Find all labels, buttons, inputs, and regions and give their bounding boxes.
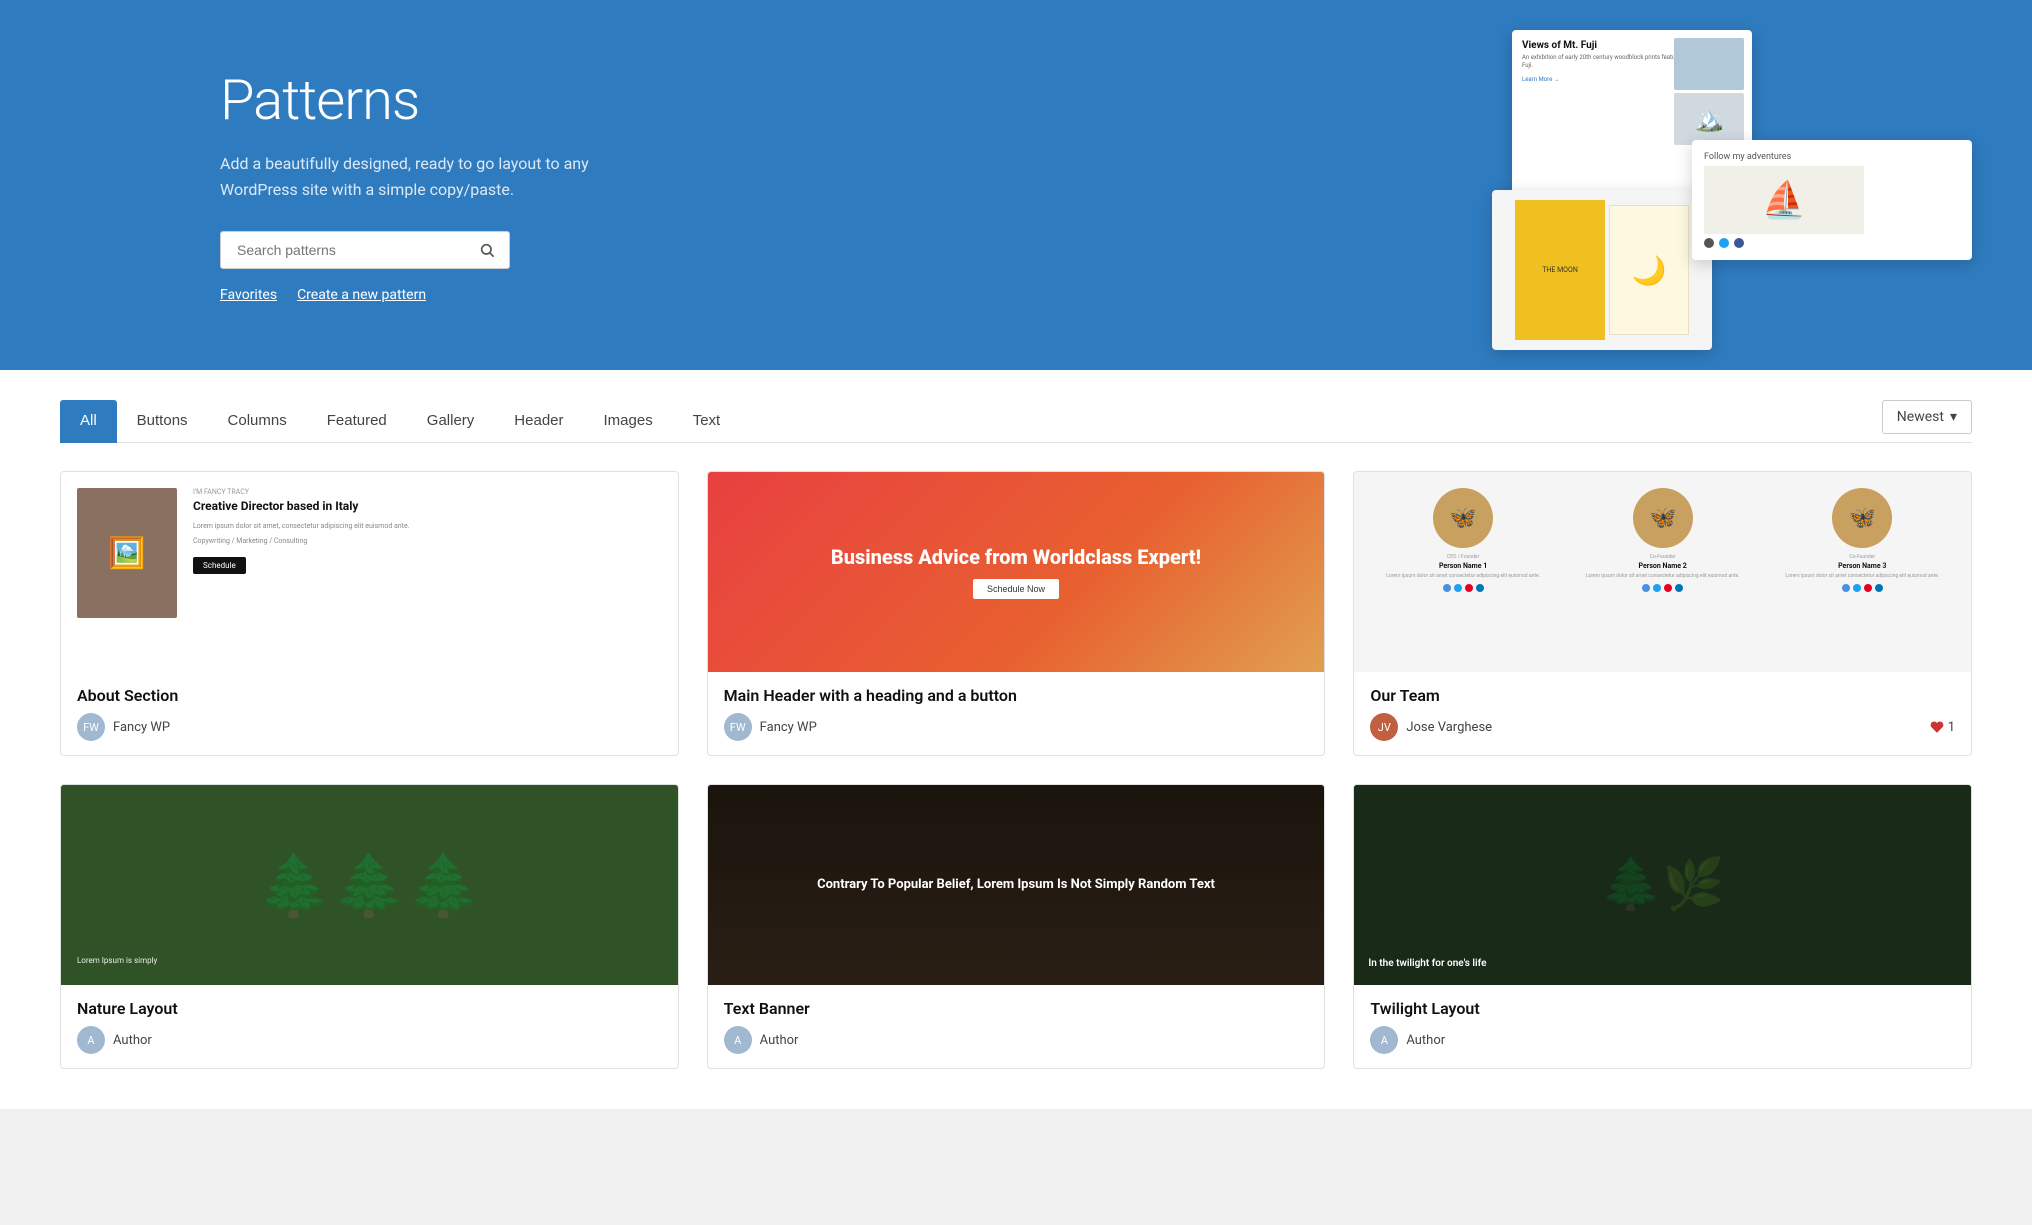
author-avatar-main-header: FW (724, 713, 752, 741)
tab-featured[interactable]: Featured (307, 400, 407, 443)
card-meta-twilight: Twilight Layout A Author (1354, 985, 1971, 1068)
tab-buttons[interactable]: Buttons (117, 400, 208, 443)
card-author-main-header: FW Fancy WP (724, 713, 1309, 741)
author-name-main-header: Fancy WP (760, 720, 817, 735)
card-author-twilight: A Author (1370, 1026, 1955, 1054)
author-avatar-belief: A (724, 1026, 752, 1054)
card-title-about: About Section (77, 686, 662, 705)
card-thumb-about: 🖼️ I'M FANCY TRACY Creative Director bas… (61, 472, 678, 672)
card-about-section[interactable]: 🖼️ I'M FANCY TRACY Creative Director bas… (60, 471, 679, 756)
author-avatar-twilight: A (1370, 1026, 1398, 1054)
search-input[interactable] (231, 232, 475, 268)
card-author-team: JV Jose Varghese 1 (1370, 713, 1955, 741)
lorem-text: Lorem Ipsum is simply (77, 956, 157, 965)
team-member-3: 🦋 Co-Founder Person Name 3 Lorem ipsum d… (1765, 488, 1959, 592)
create-pattern-link[interactable]: Create a new pattern (297, 287, 426, 303)
card-meta-belief: Text Banner A Author (708, 985, 1325, 1068)
heart-icon (1930, 720, 1944, 734)
belief-text: Contrary To Popular Belief, Lorem Ipsum … (817, 876, 1215, 894)
card-thumb-nature: 🌲🌲🌲 Lorem Ipsum is simply (61, 785, 678, 985)
main-header-heading: Business Advice from Worldclass Expert! (831, 545, 1201, 569)
author-name-team: Jose Varghese (1406, 720, 1492, 735)
card-title-twilight: Twilight Layout (1370, 999, 1955, 1018)
card-twilight[interactable]: 🌲🌿 In the twilight for one's life Twilig… (1353, 784, 1972, 1069)
chevron-down-icon: ▾ (1950, 409, 1957, 425)
tab-columns[interactable]: Columns (208, 400, 307, 443)
favorites-link[interactable]: Favorites (220, 287, 277, 303)
card-meta-team: Our Team JV Jose Varghese 1 (1354, 672, 1971, 755)
tab-gallery[interactable]: Gallery (407, 400, 495, 443)
card-title-belief: Text Banner (724, 999, 1309, 1018)
card-author-about: FW Fancy WP (77, 713, 662, 741)
card-meta-about: About Section FW Fancy WP (61, 672, 678, 755)
card-thumb-main-header: Business Advice from Worldclass Expert! … (708, 472, 1325, 672)
card-author-nature: A Author (77, 1026, 662, 1054)
team-member-1: 🦋 CEO / Founder Person Name 1 Lorem ipsu… (1366, 488, 1560, 592)
card-title-nature: Nature Layout (77, 999, 662, 1018)
sort-label: Newest (1897, 409, 1944, 425)
hero-card-ship: Follow my adventures ⛵ (1692, 140, 1972, 260)
hero-card-tarot: THE MOON 🌙 (1492, 190, 1712, 350)
schedule-now-button[interactable]: Schedule Now (973, 579, 1059, 599)
hero-subtitle: Add a beautifully designed, ready to go … (220, 151, 600, 202)
card-author-belief: A Author (724, 1026, 1309, 1054)
about-text-block: I'M FANCY TRACY Creative Director based … (193, 488, 662, 574)
tab-text[interactable]: Text (673, 400, 741, 443)
tab-header[interactable]: Header (494, 400, 583, 443)
search-bar (220, 231, 510, 269)
cards-grid: 🖼️ I'M FANCY TRACY Creative Director bas… (60, 471, 1972, 1069)
author-name-about: Fancy WP (113, 720, 170, 735)
card-title-team: Our Team (1370, 686, 1955, 705)
tab-all[interactable]: All (60, 400, 117, 443)
card-meta-nature: Nature Layout A Author (61, 985, 678, 1068)
hero-links: Favorites Create a new pattern (220, 287, 600, 303)
main-content: All Buttons Columns Featured Gallery Hea… (0, 370, 2032, 1109)
card-thumb-team: 🦋 CEO / Founder Person Name 1 Lorem ipsu… (1354, 472, 1971, 672)
like-count: 1 (1948, 720, 1955, 735)
twilight-text: In the twilight for one's life (1368, 957, 1486, 971)
card-meta-main-header: Main Header with a heading and a button … (708, 672, 1325, 755)
card-thumb-twilight: 🌲🌿 In the twilight for one's life (1354, 785, 1971, 985)
author-name-nature: Author (113, 1033, 152, 1048)
card-our-team[interactable]: 🦋 CEO / Founder Person Name 1 Lorem ipsu… (1353, 471, 1972, 756)
search-icon (479, 242, 495, 258)
team-member-2: 🦋 Co-Founder Person Name 2 Lorem ipsum d… (1566, 488, 1760, 592)
portrait-image: 🖼️ (77, 488, 177, 618)
author-avatar-team: JV (1370, 713, 1398, 741)
hero-preview-collage: Views of Mt. Fuji An exhibition of early… (1492, 10, 1972, 350)
author-avatar-nature: A (77, 1026, 105, 1054)
author-name-twilight: Author (1406, 1033, 1445, 1048)
card-thumb-belief: Contrary To Popular Belief, Lorem Ipsum … (708, 785, 1325, 985)
author-name-belief: Author (760, 1033, 799, 1048)
hero-section: Patterns Add a beautifully designed, rea… (0, 0, 2032, 370)
search-button[interactable] (475, 238, 499, 262)
tab-images[interactable]: Images (584, 400, 673, 443)
hero-content: Patterns Add a beautifully designed, rea… (0, 67, 600, 302)
sort-dropdown[interactable]: Newest ▾ (1882, 400, 1972, 434)
card-belief[interactable]: Contrary To Popular Belief, Lorem Ipsum … (707, 784, 1326, 1069)
like-badge-team: 1 (1930, 720, 1955, 735)
filter-bar: All Buttons Columns Featured Gallery Hea… (60, 400, 1972, 443)
card-title-main-header: Main Header with a heading and a button (724, 686, 1309, 705)
card-main-header[interactable]: Business Advice from Worldclass Expert! … (707, 471, 1326, 756)
page-title: Patterns (220, 67, 600, 133)
author-avatar-about: FW (77, 713, 105, 741)
card-nature[interactable]: 🌲🌲🌲 Lorem Ipsum is simply Nature Layout … (60, 784, 679, 1069)
